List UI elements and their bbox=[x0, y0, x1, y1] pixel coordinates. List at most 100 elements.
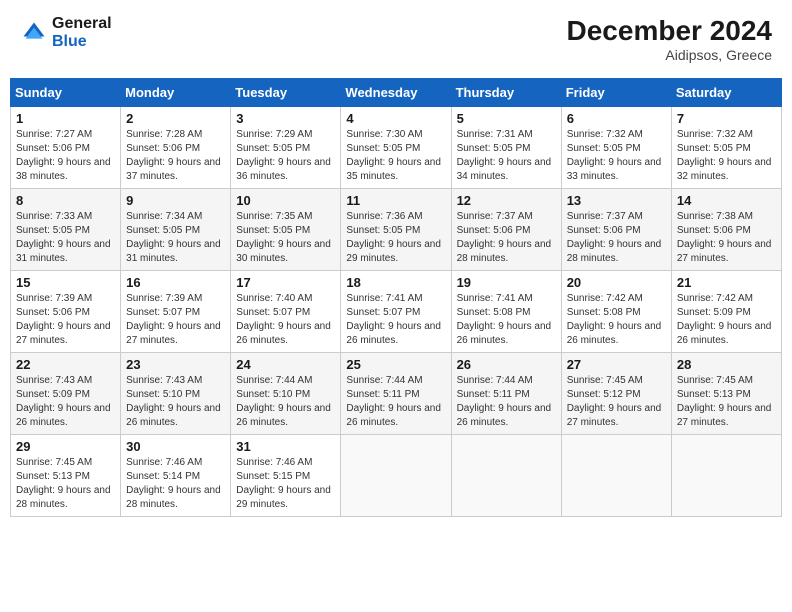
day-info: Sunrise: 7:42 AM Sunset: 5:08 PM Dayligh… bbox=[567, 292, 666, 348]
day-number: 1 bbox=[16, 111, 115, 126]
day-info: Sunrise: 7:46 AM Sunset: 5:15 PM Dayligh… bbox=[236, 456, 335, 512]
page-header: General Blue December 2024 Aidipsos, Gre… bbox=[10, 10, 782, 68]
calendar-cell: 15 Sunrise: 7:39 AM Sunset: 5:06 PM Dayl… bbox=[11, 271, 121, 353]
logo: General Blue bbox=[20, 15, 112, 51]
day-number: 14 bbox=[677, 193, 776, 208]
day-number: 8 bbox=[16, 193, 115, 208]
calendar-cell: 22 Sunrise: 7:43 AM Sunset: 5:09 PM Dayl… bbox=[11, 353, 121, 435]
calendar-cell: 10 Sunrise: 7:35 AM Sunset: 5:05 PM Dayl… bbox=[231, 189, 341, 271]
calendar-cell: 4 Sunrise: 7:30 AM Sunset: 5:05 PM Dayli… bbox=[341, 107, 451, 189]
calendar-week-row: 8 Sunrise: 7:33 AM Sunset: 5:05 PM Dayli… bbox=[11, 189, 782, 271]
day-number: 20 bbox=[567, 275, 666, 290]
day-number: 7 bbox=[677, 111, 776, 126]
day-number: 23 bbox=[126, 357, 225, 372]
header-monday: Monday bbox=[121, 79, 231, 107]
calendar-cell: 30 Sunrise: 7:46 AM Sunset: 5:14 PM Dayl… bbox=[121, 435, 231, 517]
day-number: 12 bbox=[457, 193, 556, 208]
calendar-cell: 1 Sunrise: 7:27 AM Sunset: 5:06 PM Dayli… bbox=[11, 107, 121, 189]
calendar-cell: 2 Sunrise: 7:28 AM Sunset: 5:06 PM Dayli… bbox=[121, 107, 231, 189]
day-info: Sunrise: 7:41 AM Sunset: 5:07 PM Dayligh… bbox=[346, 292, 445, 348]
day-info: Sunrise: 7:44 AM Sunset: 5:10 PM Dayligh… bbox=[236, 374, 335, 430]
day-number: 10 bbox=[236, 193, 335, 208]
calendar-cell: 3 Sunrise: 7:29 AM Sunset: 5:05 PM Dayli… bbox=[231, 107, 341, 189]
calendar-cell: 14 Sunrise: 7:38 AM Sunset: 5:06 PM Dayl… bbox=[671, 189, 781, 271]
day-number: 21 bbox=[677, 275, 776, 290]
header-thursday: Thursday bbox=[451, 79, 561, 107]
logo-icon bbox=[20, 19, 48, 47]
day-info: Sunrise: 7:36 AM Sunset: 5:05 PM Dayligh… bbox=[346, 210, 445, 266]
day-info: Sunrise: 7:37 AM Sunset: 5:06 PM Dayligh… bbox=[457, 210, 556, 266]
day-info: Sunrise: 7:27 AM Sunset: 5:06 PM Dayligh… bbox=[16, 128, 115, 184]
calendar-cell bbox=[451, 435, 561, 517]
day-number: 17 bbox=[236, 275, 335, 290]
day-info: Sunrise: 7:40 AM Sunset: 5:07 PM Dayligh… bbox=[236, 292, 335, 348]
day-number: 11 bbox=[346, 193, 445, 208]
header-tuesday: Tuesday bbox=[231, 79, 341, 107]
day-info: Sunrise: 7:39 AM Sunset: 5:06 PM Dayligh… bbox=[16, 292, 115, 348]
calendar-week-row: 29 Sunrise: 7:45 AM Sunset: 5:13 PM Dayl… bbox=[11, 435, 782, 517]
day-number: 13 bbox=[567, 193, 666, 208]
day-info: Sunrise: 7:44 AM Sunset: 5:11 PM Dayligh… bbox=[457, 374, 556, 430]
calendar-cell: 5 Sunrise: 7:31 AM Sunset: 5:05 PM Dayli… bbox=[451, 107, 561, 189]
day-info: Sunrise: 7:41 AM Sunset: 5:08 PM Dayligh… bbox=[457, 292, 556, 348]
calendar-cell: 23 Sunrise: 7:43 AM Sunset: 5:10 PM Dayl… bbox=[121, 353, 231, 435]
calendar-table: Sunday Monday Tuesday Wednesday Thursday… bbox=[10, 78, 782, 517]
calendar-cell bbox=[671, 435, 781, 517]
day-number: 30 bbox=[126, 439, 225, 454]
day-number: 3 bbox=[236, 111, 335, 126]
day-number: 28 bbox=[677, 357, 776, 372]
location-subtitle: Aidipsos, Greece bbox=[567, 47, 772, 63]
calendar-week-row: 22 Sunrise: 7:43 AM Sunset: 5:09 PM Dayl… bbox=[11, 353, 782, 435]
day-info: Sunrise: 7:39 AM Sunset: 5:07 PM Dayligh… bbox=[126, 292, 225, 348]
day-info: Sunrise: 7:45 AM Sunset: 5:13 PM Dayligh… bbox=[677, 374, 776, 430]
calendar-cell: 6 Sunrise: 7:32 AM Sunset: 5:05 PM Dayli… bbox=[561, 107, 671, 189]
day-info: Sunrise: 7:44 AM Sunset: 5:11 PM Dayligh… bbox=[346, 374, 445, 430]
day-info: Sunrise: 7:32 AM Sunset: 5:05 PM Dayligh… bbox=[677, 128, 776, 184]
day-number: 26 bbox=[457, 357, 556, 372]
day-number: 6 bbox=[567, 111, 666, 126]
calendar-cell: 13 Sunrise: 7:37 AM Sunset: 5:06 PM Dayl… bbox=[561, 189, 671, 271]
calendar-cell: 16 Sunrise: 7:39 AM Sunset: 5:07 PM Dayl… bbox=[121, 271, 231, 353]
calendar-cell: 19 Sunrise: 7:41 AM Sunset: 5:08 PM Dayl… bbox=[451, 271, 561, 353]
calendar-cell: 7 Sunrise: 7:32 AM Sunset: 5:05 PM Dayli… bbox=[671, 107, 781, 189]
header-saturday: Saturday bbox=[671, 79, 781, 107]
month-title: December 2024 bbox=[567, 15, 772, 47]
day-number: 25 bbox=[346, 357, 445, 372]
calendar-cell: 24 Sunrise: 7:44 AM Sunset: 5:10 PM Dayl… bbox=[231, 353, 341, 435]
calendar-cell: 21 Sunrise: 7:42 AM Sunset: 5:09 PM Dayl… bbox=[671, 271, 781, 353]
day-info: Sunrise: 7:32 AM Sunset: 5:05 PM Dayligh… bbox=[567, 128, 666, 184]
calendar-cell: 8 Sunrise: 7:33 AM Sunset: 5:05 PM Dayli… bbox=[11, 189, 121, 271]
calendar-cell: 31 Sunrise: 7:46 AM Sunset: 5:15 PM Dayl… bbox=[231, 435, 341, 517]
day-info: Sunrise: 7:34 AM Sunset: 5:05 PM Dayligh… bbox=[126, 210, 225, 266]
day-number: 9 bbox=[126, 193, 225, 208]
calendar-cell: 25 Sunrise: 7:44 AM Sunset: 5:11 PM Dayl… bbox=[341, 353, 451, 435]
calendar-week-row: 15 Sunrise: 7:39 AM Sunset: 5:06 PM Dayl… bbox=[11, 271, 782, 353]
calendar-cell: 28 Sunrise: 7:45 AM Sunset: 5:13 PM Dayl… bbox=[671, 353, 781, 435]
day-info: Sunrise: 7:43 AM Sunset: 5:10 PM Dayligh… bbox=[126, 374, 225, 430]
calendar-cell: 20 Sunrise: 7:42 AM Sunset: 5:08 PM Dayl… bbox=[561, 271, 671, 353]
day-info: Sunrise: 7:46 AM Sunset: 5:14 PM Dayligh… bbox=[126, 456, 225, 512]
day-number: 19 bbox=[457, 275, 556, 290]
day-number: 24 bbox=[236, 357, 335, 372]
day-number: 2 bbox=[126, 111, 225, 126]
calendar-cell: 27 Sunrise: 7:45 AM Sunset: 5:12 PM Dayl… bbox=[561, 353, 671, 435]
calendar-cell bbox=[561, 435, 671, 517]
calendar-cell: 12 Sunrise: 7:37 AM Sunset: 5:06 PM Dayl… bbox=[451, 189, 561, 271]
logo-text-line1: General bbox=[52, 15, 112, 33]
day-info: Sunrise: 7:30 AM Sunset: 5:05 PM Dayligh… bbox=[346, 128, 445, 184]
header-wednesday: Wednesday bbox=[341, 79, 451, 107]
calendar-cell: 17 Sunrise: 7:40 AM Sunset: 5:07 PM Dayl… bbox=[231, 271, 341, 353]
day-number: 29 bbox=[16, 439, 115, 454]
day-info: Sunrise: 7:37 AM Sunset: 5:06 PM Dayligh… bbox=[567, 210, 666, 266]
day-info: Sunrise: 7:45 AM Sunset: 5:13 PM Dayligh… bbox=[16, 456, 115, 512]
day-number: 15 bbox=[16, 275, 115, 290]
title-block: December 2024 Aidipsos, Greece bbox=[567, 15, 772, 63]
calendar-header-row: Sunday Monday Tuesday Wednesday Thursday… bbox=[11, 79, 782, 107]
day-number: 27 bbox=[567, 357, 666, 372]
day-number: 5 bbox=[457, 111, 556, 126]
day-info: Sunrise: 7:43 AM Sunset: 5:09 PM Dayligh… bbox=[16, 374, 115, 430]
day-info: Sunrise: 7:31 AM Sunset: 5:05 PM Dayligh… bbox=[457, 128, 556, 184]
calendar-cell: 18 Sunrise: 7:41 AM Sunset: 5:07 PM Dayl… bbox=[341, 271, 451, 353]
calendar-cell: 11 Sunrise: 7:36 AM Sunset: 5:05 PM Dayl… bbox=[341, 189, 451, 271]
day-info: Sunrise: 7:38 AM Sunset: 5:06 PM Dayligh… bbox=[677, 210, 776, 266]
